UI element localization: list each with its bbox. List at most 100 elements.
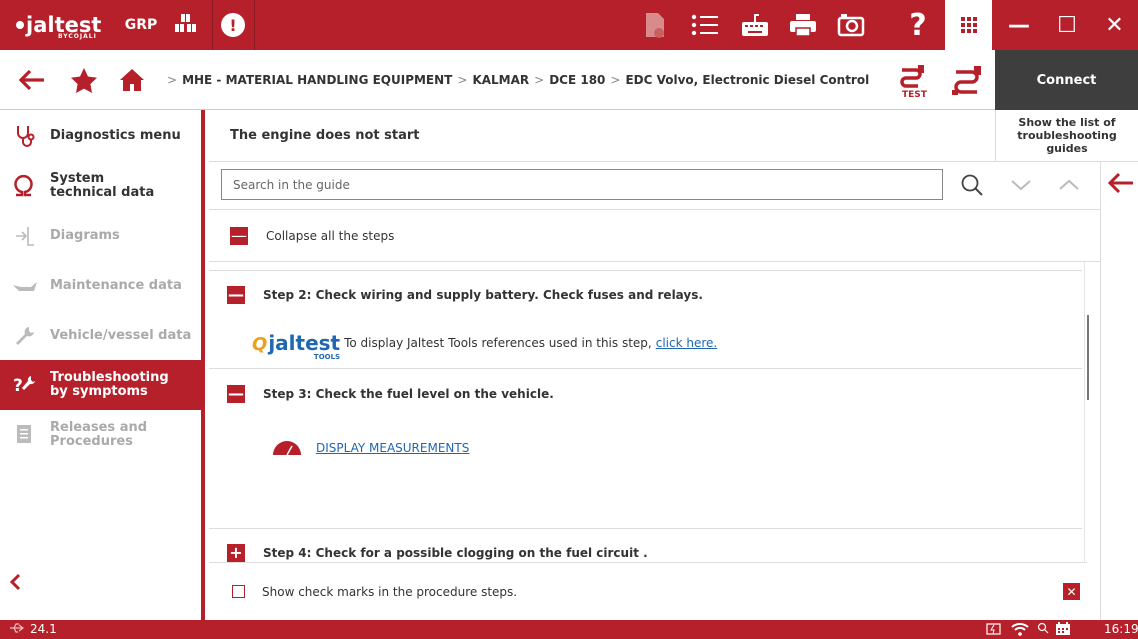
search-input[interactable] (221, 169, 943, 200)
sidebar-item-maintenance-data[interactable]: Maintenance data (0, 261, 201, 311)
sidebar-item-system-technical-data[interactable]: System technical data (0, 161, 201, 211)
search-icon (961, 174, 983, 196)
sidebar-item-label: Vehicle/vessel data (50, 328, 192, 343)
sidebar-item-label: System technical data (50, 171, 155, 200)
jaltest-tools-reference: Qjaltest TOOLS To display Jaltest Tools r… (252, 331, 717, 361)
battery-charging-icon (986, 622, 1002, 639)
connect-button[interactable]: Connect (995, 50, 1138, 110)
breadcrumb-item[interactable]: DCE 180 (549, 73, 605, 87)
keyboard-icon[interactable] (732, 0, 778, 50)
list-icon[interactable] (682, 0, 728, 50)
star-icon (71, 68, 97, 93)
gauge-icon (273, 441, 301, 456)
breadcrumb: > MHE - MATERIAL HANDLING EQUIPMENT > KA… (167, 73, 870, 87)
step-4-header[interactable]: + Step 4: Check for a possible clogging … (209, 542, 1082, 562)
alert-icon: ! (221, 13, 245, 37)
calendar-icon (1055, 622, 1071, 639)
wifi-icon (1011, 622, 1029, 639)
sidebar-item-label: Troubleshooting by symptoms (50, 370, 169, 399)
expand-step-icon: + (227, 544, 245, 562)
close-window-button[interactable]: ✕ (1091, 0, 1138, 50)
home-icon (120, 69, 144, 91)
previous-result-button[interactable] (1049, 169, 1089, 201)
print-icon[interactable] (780, 0, 826, 50)
breadcrumb-item[interactable]: EDC Volvo, Electronic Diesel Control (625, 73, 869, 87)
breadcrumb-item[interactable]: KALMAR (472, 73, 529, 87)
search-small-icon (1037, 622, 1049, 637)
step-title: Step 3: Check the fuel level on the vehi… (263, 387, 554, 401)
jaltest-logo: jaltest BYCOJALI (16, 0, 116, 50)
minimize-button[interactable]: — (995, 0, 1043, 50)
diagram-icon (0, 225, 50, 247)
svg-text:?: ? (13, 376, 23, 396)
arrow-left-icon (18, 69, 44, 91)
arrow-left-icon (1107, 172, 1133, 194)
tools-reference-text: To display Jaltest Tools references used… (344, 336, 652, 350)
status-bar: 24.1 16:19 (0, 620, 1138, 639)
step-title: Step 4: Check for a possible clogging on… (263, 546, 648, 560)
breadcrumb-bar: > MHE - MATERIAL HANDLING EQUIPMENT > KA… (0, 50, 1138, 110)
sidebar-item-diagrams[interactable]: Diagrams (0, 211, 201, 261)
usb-icon (9, 621, 25, 638)
sidebar-item-label: Maintenance data (50, 278, 182, 293)
show-guides-list-button[interactable]: Show the list of troubleshooting guides (995, 110, 1138, 162)
stethoscope-icon (0, 124, 50, 148)
sidebar-item-releases-procedures[interactable]: Releases and Procedures (0, 410, 201, 460)
top-bar: jaltest BYCOJALI GRP ! ? — ☐ ✕ (0, 0, 1138, 50)
search-row (209, 162, 1100, 210)
help-icon[interactable]: ? (895, 0, 941, 50)
troubleshoot-icon: ? (0, 373, 50, 397)
omega-icon (0, 174, 50, 198)
version-label: 24.1 (30, 622, 57, 636)
show-checkmarks-label: Show check marks in the procedure steps. (262, 584, 518, 599)
click-here-link[interactable]: click here. (656, 336, 717, 350)
checkmarks-row: Show check marks in the procedure steps. (209, 562, 1087, 620)
collapse-all-label: Collapse all the steps (266, 228, 395, 243)
collapse-all-row[interactable]: — Collapse all the steps (209, 210, 1100, 262)
step-3-header[interactable]: — Step 3: Check the fuel level on the ve… (209, 383, 1082, 405)
breadcrumb-item[interactable]: MHE - MATERIAL HANDLING EQUIPMENT (182, 73, 452, 87)
sidebar: Diagnostics menu System technical data D… (0, 110, 205, 620)
sidebar-item-troubleshooting[interactable]: ? Troubleshooting by symptoms (0, 360, 201, 410)
cable-icon[interactable] (952, 66, 986, 100)
alert-button[interactable]: ! (213, 0, 253, 50)
test-cable-icon[interactable]: TEST (898, 64, 930, 102)
scrollbar-thumb[interactable] (1087, 315, 1089, 400)
sidebar-item-diagnostics-menu[interactable]: Diagnostics menu (0, 111, 201, 161)
document-icon (0, 424, 50, 446)
collapse-step-icon: — (227, 384, 245, 403)
close-guide-button[interactable]: ✕ (1063, 583, 1080, 600)
maximize-button[interactable]: ☐ (1043, 0, 1091, 50)
jaltest-tools-logo: Qjaltest TOOLS (252, 331, 341, 361)
show-checkmarks-checkbox[interactable] (232, 585, 245, 598)
step-2-header[interactable]: — Step 2: Check wiring and supply batter… (209, 284, 1082, 306)
sidebar-item-label: Diagnostics menu (50, 128, 181, 143)
oil-can-icon (0, 279, 50, 293)
camera-icon[interactable] (828, 0, 874, 50)
favorites-button[interactable] (64, 50, 104, 110)
page-title: The engine does not start (209, 110, 995, 162)
collapse-step-icon: — (227, 285, 245, 304)
sidebar-item-vehicle-vessel-data[interactable]: Vehicle/vessel data (0, 311, 201, 361)
svg-text:TEST: TEST (902, 90, 928, 98)
expand-panel-button[interactable] (1107, 172, 1135, 198)
next-result-button[interactable] (1001, 169, 1041, 201)
grp-label: GRP (124, 17, 158, 33)
search-button[interactable] (952, 169, 992, 201)
display-measurements-link[interactable]: DISPLAY MEASUREMENTS (316, 441, 469, 455)
sidebar-item-label: Diagrams (50, 228, 120, 243)
home-button[interactable] (112, 50, 152, 110)
display-measurements-row: DISPLAY MEASUREMENTS (272, 440, 469, 456)
cubes-icon[interactable] (166, 0, 206, 50)
report-icon (632, 0, 678, 50)
collapse-icon: — (230, 225, 248, 245)
collapse-sidebar-button[interactable] (0, 562, 30, 602)
back-button[interactable] (12, 50, 52, 110)
chevron-up-icon (1059, 179, 1079, 190)
right-panel (1100, 162, 1138, 620)
wrench-icon (0, 325, 50, 347)
steps-content: — Step 2: Check wiring and supply batter… (209, 262, 1087, 562)
step-title: Step 2: Check wiring and supply battery.… (263, 288, 703, 302)
apps-grid-icon[interactable] (945, 0, 992, 50)
clock-time: 16:19 (1104, 622, 1138, 636)
